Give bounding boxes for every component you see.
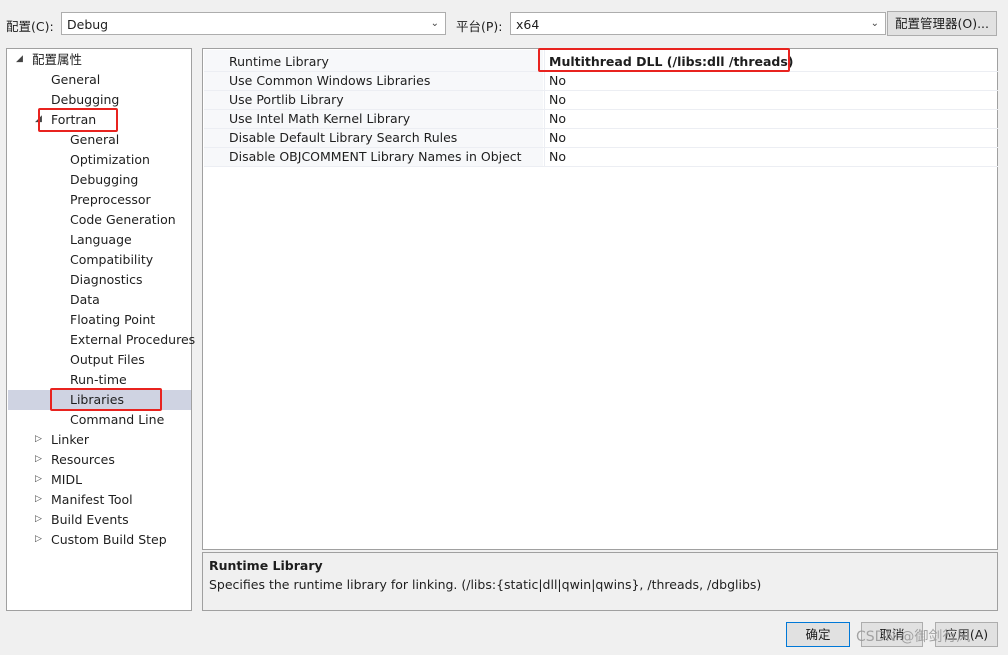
tree-item-output-files[interactable]: Output Files — [70, 350, 145, 370]
tree-item-floating-point[interactable]: Floating Point — [70, 310, 155, 330]
config-manager-button[interactable]: 配置管理器(O)... — [887, 11, 997, 36]
tree-item-debugging[interactable]: Debugging — [51, 90, 119, 110]
config-value: Debug — [67, 17, 109, 32]
tree-root[interactable]: 配置属性 — [32, 50, 82, 70]
collapsed-triangle-icon[interactable]: ▷ — [35, 474, 42, 484]
property-name: Use Portlib Library — [229, 92, 344, 107]
property-tree: ◢ 配置属性 General Debugging ◢ Fortran Gener… — [6, 48, 195, 611]
tree-item-run-time[interactable]: Run-time — [70, 370, 127, 390]
tree-item-linker[interactable]: Linker — [51, 430, 89, 450]
property-name: Use Intel Math Kernel Library — [229, 111, 411, 126]
property-row-intel-mkl[interactable]: Use Intel Math Kernel Library No — [204, 109, 998, 129]
highlight-box-runtime-value — [538, 48, 790, 72]
chevron-down-icon: ⌄ — [870, 18, 879, 29]
chevron-down-icon: ⌄ — [430, 18, 439, 29]
property-grid: Runtime Library Multithread DLL (/libs:d… — [202, 48, 998, 550]
property-value[interactable]: No — [549, 109, 566, 128]
tree-item-language[interactable]: Language — [70, 230, 132, 250]
tree-item-code-generation[interactable]: Code Generation — [70, 210, 176, 230]
property-name: Use Common Windows Libraries — [229, 73, 431, 88]
config-dropdown[interactable]: Debug ⌄ — [61, 12, 446, 35]
tree-item-midl[interactable]: MIDL — [51, 470, 82, 490]
property-name: Disable Default Library Search Rules — [229, 130, 458, 145]
platform-dropdown[interactable]: x64 ⌄ — [510, 12, 886, 35]
property-value[interactable]: No — [549, 128, 566, 147]
property-row-common-windows-libraries[interactable]: Use Common Windows Libraries No — [204, 71, 998, 91]
tree-item-diagnostics[interactable]: Diagnostics — [70, 270, 143, 290]
cancel-button[interactable]: 取消 — [861, 622, 923, 647]
platform-value: x64 — [516, 17, 540, 32]
tree-item-custom-build-step[interactable]: Custom Build Step — [51, 530, 167, 550]
tree-item-data[interactable]: Data — [70, 290, 100, 310]
collapsed-triangle-icon[interactable]: ▷ — [35, 434, 42, 444]
tree-item-build-events[interactable]: Build Events — [51, 510, 129, 530]
tree-item-general[interactable]: General — [51, 70, 100, 90]
description-text: Specifies the runtime library for linkin… — [209, 577, 762, 592]
tree-item-compatibility[interactable]: Compatibility — [70, 250, 153, 270]
tree-item-manifest-tool[interactable]: Manifest Tool — [51, 490, 133, 510]
description-title: Runtime Library — [209, 558, 323, 573]
config-label: 配置(C): — [6, 19, 54, 34]
tree-item-command-line[interactable]: Command Line — [70, 410, 164, 430]
tree-item-fortran-general[interactable]: General — [70, 130, 119, 150]
tree-item-preprocessor[interactable]: Preprocessor — [70, 190, 151, 210]
property-value[interactable]: No — [549, 71, 566, 90]
description-panel: Runtime Library Specifies the runtime li… — [202, 552, 998, 611]
ok-button[interactable]: 确定 — [786, 622, 850, 647]
property-name: Runtime Library — [229, 54, 329, 69]
apply-button[interactable]: 应用(A) — [935, 622, 998, 647]
collapsed-triangle-icon[interactable]: ▷ — [35, 494, 42, 504]
tree-item-resources[interactable]: Resources — [51, 450, 115, 470]
property-row-portlib-library[interactable]: Use Portlib Library No — [204, 90, 998, 110]
property-name: Disable OBJCOMMENT Library Names in Obje… — [229, 149, 522, 164]
collapsed-triangle-icon[interactable]: ▷ — [35, 454, 42, 464]
tree-item-optimization[interactable]: Optimization — [70, 150, 150, 170]
highlight-box-libraries — [50, 388, 162, 411]
tree-item-external-procedures[interactable]: External Procedures — [70, 330, 195, 350]
highlight-box-fortran — [38, 108, 118, 132]
expanded-triangle-icon[interactable]: ◢ — [16, 54, 23, 64]
property-row-disable-default-search[interactable]: Disable Default Library Search Rules No — [204, 128, 998, 148]
collapsed-triangle-icon[interactable]: ▷ — [35, 534, 42, 544]
property-value[interactable]: No — [549, 90, 566, 109]
platform-label: 平台(P): — [456, 19, 503, 34]
tree-item-fortran-debugging[interactable]: Debugging — [70, 170, 138, 190]
collapsed-triangle-icon[interactable]: ▷ — [35, 514, 42, 524]
property-row-disable-objcomment[interactable]: Disable OBJCOMMENT Library Names in Obje… — [204, 147, 998, 167]
property-value[interactable]: No — [549, 147, 566, 166]
